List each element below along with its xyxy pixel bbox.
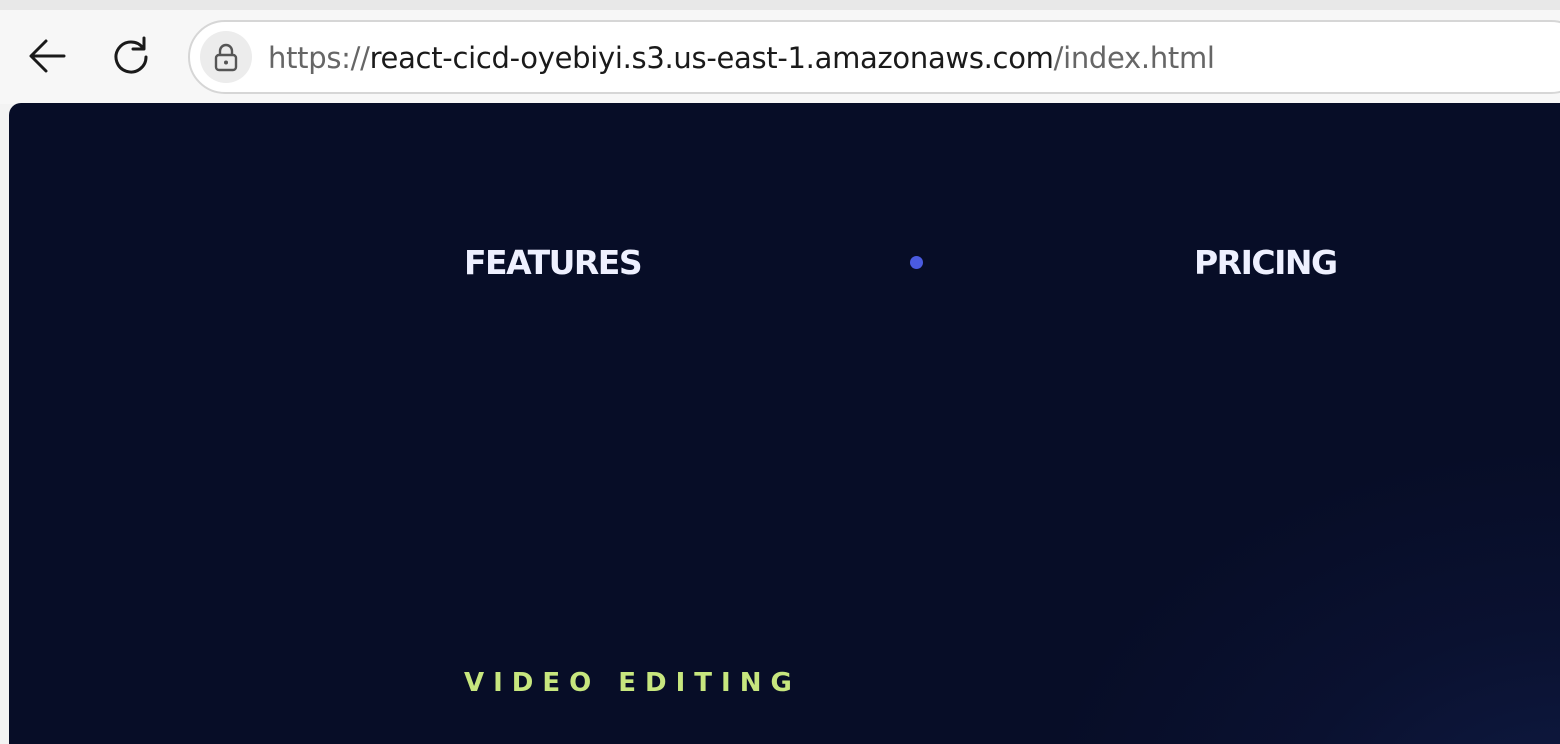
- url-scheme: https://: [268, 41, 370, 75]
- address-bar[interactable]: https://react-cicd-oyebiyi.s3.us-east-1.…: [188, 20, 1560, 94]
- nav-link-features[interactable]: FEATURES: [464, 243, 643, 283]
- nav-separator-dot: [910, 256, 923, 269]
- section-label-video-editing: VIDEO EDITING: [464, 668, 801, 698]
- reload-button[interactable]: [103, 28, 159, 84]
- page-viewport: FEATURES PRICING VIDEO EDITING: [9, 103, 1560, 744]
- browser-toolbar: https://react-cicd-oyebiyi.s3.us-east-1.…: [0, 10, 1560, 104]
- back-arrow-icon: [29, 39, 66, 73]
- back-button[interactable]: [19, 28, 75, 84]
- reload-icon: [114, 36, 148, 74]
- url-host: react-cicd-oyebiyi.s3.us-east-1.amazonaw…: [369, 41, 1054, 75]
- lock-icon: [214, 43, 238, 72]
- window-top-strip: [0, 0, 1560, 10]
- url-path: /index.html: [1053, 41, 1215, 75]
- site-info-button[interactable]: [200, 31, 252, 83]
- nav-link-pricing[interactable]: PRICING: [1194, 243, 1338, 283]
- url-text[interactable]: https://react-cicd-oyebiyi.s3.us-east-1.…: [268, 40, 1215, 76]
